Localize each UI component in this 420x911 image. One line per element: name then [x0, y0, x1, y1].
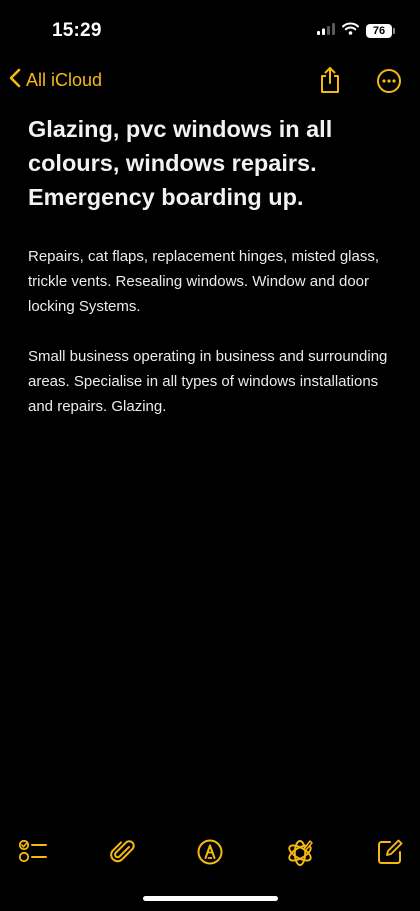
back-button-label: All iCloud [26, 70, 103, 90]
wifi-icon [342, 22, 359, 40]
note-paragraph[interactable]: Repairs, cat flaps, replacement hinges, … [28, 244, 398, 319]
navigation-bar: All iCloud [0, 62, 420, 102]
writing-tools-icon[interactable] [285, 838, 315, 871]
cellular-signal-icon [317, 22, 335, 40]
bottom-toolbar [0, 834, 420, 870]
back-button[interactable]: All iCloud [8, 67, 102, 94]
ellipsis-circle-icon[interactable] [376, 68, 402, 99]
checklist-icon[interactable] [18, 838, 48, 869]
note-paragraph[interactable]: Small business operating in business and… [28, 344, 398, 419]
compose-icon[interactable] [376, 838, 404, 871]
battery-indicator: 76 [366, 24, 395, 38]
home-indicator[interactable] [143, 896, 278, 901]
status-time: 15:29 [52, 20, 102, 41]
markup-pen-icon[interactable] [196, 838, 224, 871]
share-icon[interactable] [318, 66, 342, 99]
paperclip-icon[interactable] [109, 838, 137, 871]
note-body[interactable]: Glazing, pvc windows in all colours, win… [28, 112, 398, 419]
chevron-left-icon [8, 67, 22, 94]
status-bar: 15:29 76 [0, 0, 420, 60]
note-title[interactable]: Glazing, pvc windows in all colours, win… [28, 112, 398, 214]
status-indicators: 76 [317, 22, 395, 40]
